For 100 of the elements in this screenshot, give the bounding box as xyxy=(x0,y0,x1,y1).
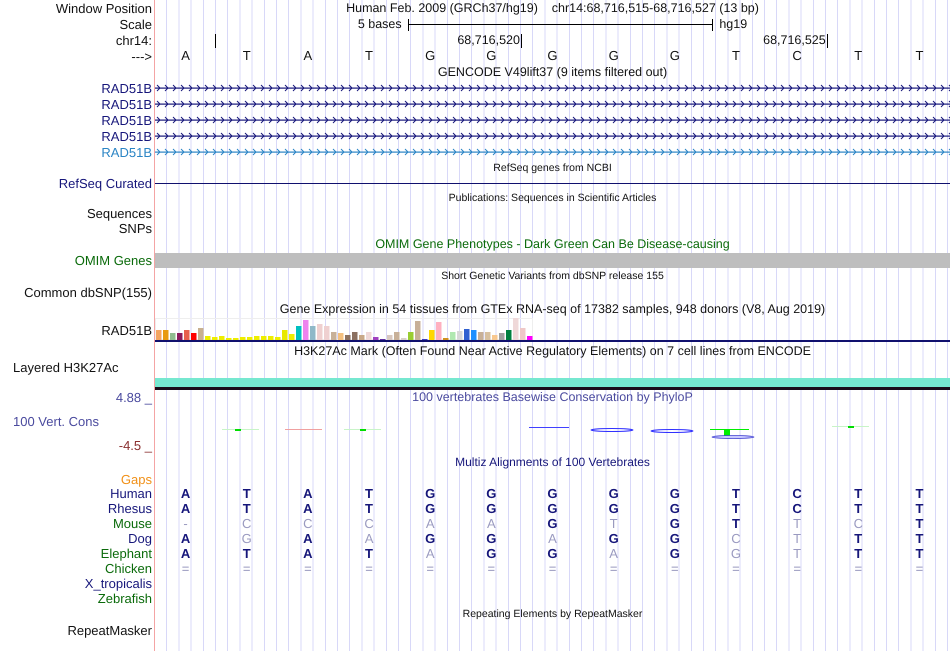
row-label: ---> xyxy=(131,48,152,64)
gene-label[interactable]: RAD51B xyxy=(101,96,152,112)
aligned-base: G xyxy=(670,546,680,560)
aligned-base: T xyxy=(732,516,740,530)
sequence-base: G xyxy=(486,49,496,63)
aligned-base: T xyxy=(732,486,740,500)
aligned-base: G xyxy=(670,486,680,500)
aligned-base: = xyxy=(365,562,373,576)
track-label: 100 Vert. Cons xyxy=(12,414,99,429)
row-label: Window Position xyxy=(56,0,152,16)
aligned-base: = xyxy=(242,562,251,576)
aligned-base: C xyxy=(364,516,374,530)
aligned-base: T xyxy=(915,532,924,546)
aligned-base: G xyxy=(547,486,558,500)
ruler-tick xyxy=(520,34,522,48)
aligned-base: G xyxy=(486,546,496,560)
species-label: Human xyxy=(110,486,152,501)
track-title: Short Genetic Variants from dbSNP release 155 xyxy=(441,268,664,284)
aligned-base: T xyxy=(242,486,251,500)
aligned-base: C xyxy=(242,516,252,530)
track-title: 100 vertebrates Basewise Conservation by PhyloP xyxy=(412,390,693,405)
aligned-base: T xyxy=(365,502,373,516)
aligned-base: G xyxy=(670,502,680,516)
track-label: Common dbSNP(155) xyxy=(24,285,152,300)
aligned-base: = xyxy=(548,562,556,576)
aligned-base: A xyxy=(548,532,557,546)
species-label: Mouse xyxy=(112,516,152,531)
track-label: Gaps xyxy=(120,472,152,487)
ruler-tick xyxy=(826,34,828,48)
track-label: RAD51B xyxy=(101,322,152,338)
aligned-base: G xyxy=(547,516,558,530)
aligned-base: A xyxy=(180,502,190,516)
axis-min-label: -4.5 _ xyxy=(118,438,152,453)
species-label: Chicken xyxy=(105,561,152,576)
aligned-base: G xyxy=(608,486,619,500)
track-title: OMIM Gene Phenotypes - Dark Green Can Be Disease-causing xyxy=(375,237,730,252)
aligned-base: T xyxy=(915,546,924,560)
aligned-base: A xyxy=(487,516,496,530)
sequence-base: G xyxy=(670,49,680,63)
aligned-base: T xyxy=(915,502,924,516)
aligned-base: A xyxy=(180,546,190,560)
gene-label[interactable]: RAD51B xyxy=(101,144,152,160)
species-label: Dog xyxy=(128,531,152,546)
aligned-base: A xyxy=(303,502,313,516)
sequence-base: T xyxy=(242,49,251,63)
species-label: X_tropicalis xyxy=(84,576,152,591)
aligned-base: T xyxy=(365,546,373,560)
aligned-base: G xyxy=(547,546,558,560)
sequence-base: G xyxy=(547,49,558,63)
ruler-tick xyxy=(215,34,216,48)
sequence-base: T xyxy=(854,49,862,63)
aligned-base: G xyxy=(608,532,619,546)
aligned-base: T xyxy=(242,502,251,516)
sequence-base: G xyxy=(608,49,619,63)
assembly-label: hg19 xyxy=(719,17,748,32)
aligned-base: T xyxy=(854,486,862,500)
aligned-base: T xyxy=(915,516,924,530)
track-title: H3K27Ac Mark (Often Found Near Active Regulatory Elements) on 7 cell lines from ENCODE xyxy=(294,344,811,358)
aligned-base: T xyxy=(793,532,802,546)
aligned-base: = xyxy=(488,562,496,576)
scale-span-label: 5 bases xyxy=(358,17,402,32)
aligned-base: A xyxy=(303,532,313,546)
aligned-base: A xyxy=(303,546,313,560)
aligned-base: = xyxy=(854,562,862,576)
aligned-base: C xyxy=(792,502,802,516)
sequence-base: C xyxy=(792,49,802,63)
sequence-base: A xyxy=(304,49,312,63)
aligned-base: A xyxy=(180,532,190,546)
sequence-base: T xyxy=(915,49,924,63)
aligned-base: G xyxy=(425,486,436,500)
aligned-base: = xyxy=(426,562,434,576)
sequence-base: T xyxy=(732,49,740,63)
aligned-base: T xyxy=(242,546,251,560)
species-label: Elephant xyxy=(100,546,152,561)
aligned-base: A xyxy=(180,486,190,500)
aligned-base: A xyxy=(426,546,435,560)
track-title: Multiz Alignments of 100 Vertebrates xyxy=(455,455,650,470)
axis-max-label: 4.88 _ xyxy=(116,390,152,405)
aligned-base: G xyxy=(670,516,680,530)
aligned-base: G xyxy=(730,546,742,560)
species-label: Zebrafish xyxy=(98,591,152,606)
aligned-base: G xyxy=(486,502,496,516)
aligned-base: - xyxy=(183,516,188,530)
gene-label[interactable]: RAD51B xyxy=(101,80,152,96)
aligned-base: = xyxy=(304,562,312,576)
aligned-base: = xyxy=(610,562,618,576)
aligned-base: T xyxy=(915,486,924,500)
aligned-base: A xyxy=(364,532,374,546)
aligned-base: = xyxy=(732,562,740,576)
aligned-base: C xyxy=(731,532,741,546)
ruler-label: 68,716,525 xyxy=(763,33,826,48)
gene-label[interactable]: RAD51B xyxy=(101,128,152,144)
aligned-base: T xyxy=(854,532,862,546)
gene-label[interactable]: RAD51B xyxy=(101,112,152,128)
aligned-base: G xyxy=(486,532,496,546)
track-label: SNPs xyxy=(118,221,152,236)
track-label: OMIM Genes xyxy=(74,253,152,268)
aligned-base: G xyxy=(608,502,619,516)
aligned-base: C xyxy=(303,516,313,530)
aligned-base: G xyxy=(425,532,436,546)
